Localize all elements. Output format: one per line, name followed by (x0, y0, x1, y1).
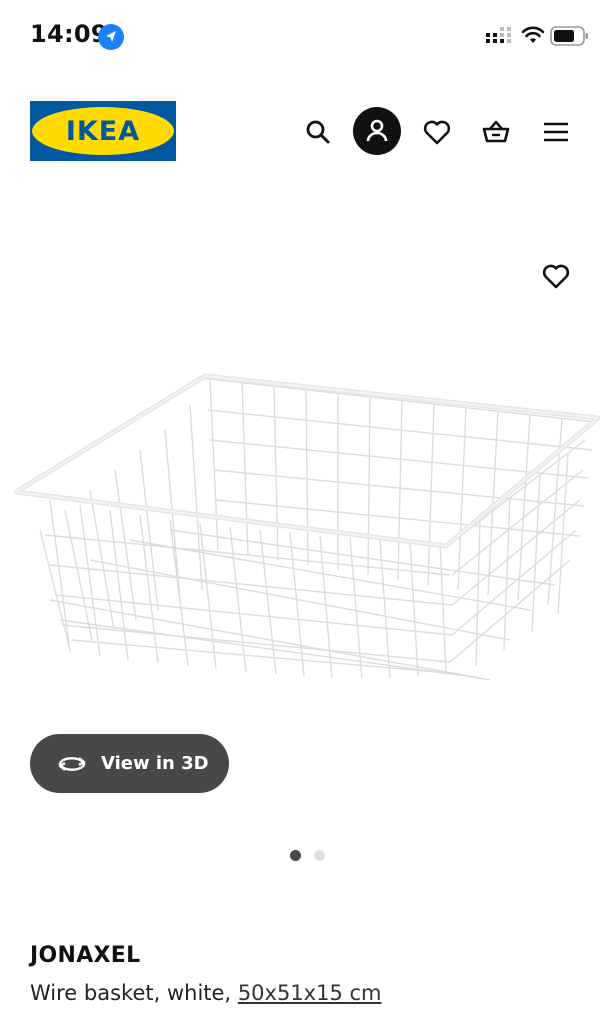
carousel-dot-1[interactable] (290, 850, 301, 861)
heart-icon (423, 120, 451, 145)
product-description: Wire basket, white, 50x51x15 cm (30, 981, 382, 1005)
product-name: JONAXEL (30, 943, 141, 968)
ikea-logo[interactable]: IKEA (30, 101, 176, 161)
menu-button[interactable] (532, 108, 580, 156)
heart-icon (542, 264, 570, 289)
product-favorite-button[interactable] (536, 256, 576, 296)
account-icon (366, 119, 388, 142)
status-time: 14:09 (30, 20, 108, 48)
hamburger-menu-icon (544, 122, 568, 142)
signal-icon (486, 27, 511, 43)
status-bar: 14:09 (0, 0, 600, 74)
product-description-text: Wire basket, white, (30, 981, 232, 1005)
ikea-logo-text: IKEA (66, 116, 140, 147)
product-size-link[interactable]: 50x51x15 cm (238, 981, 382, 1005)
product-image[interactable] (10, 360, 600, 680)
basket-icon (482, 120, 510, 143)
carousel-dot-2[interactable] (314, 850, 325, 861)
view-in-3d-label: View in 3D (101, 753, 209, 774)
wifi-icon (521, 26, 545, 43)
view-in-3d-button[interactable]: View in 3D (30, 734, 229, 793)
search-button[interactable] (294, 108, 342, 156)
cart-button[interactable] (472, 108, 520, 156)
account-button[interactable] (353, 107, 401, 155)
rotate-3d-icon (58, 756, 86, 771)
location-icon (98, 24, 124, 50)
wishlist-button[interactable] (413, 108, 461, 156)
ikea-logo-mark: IKEA (30, 101, 176, 161)
search-icon (306, 120, 330, 144)
battery-icon (550, 26, 588, 46)
